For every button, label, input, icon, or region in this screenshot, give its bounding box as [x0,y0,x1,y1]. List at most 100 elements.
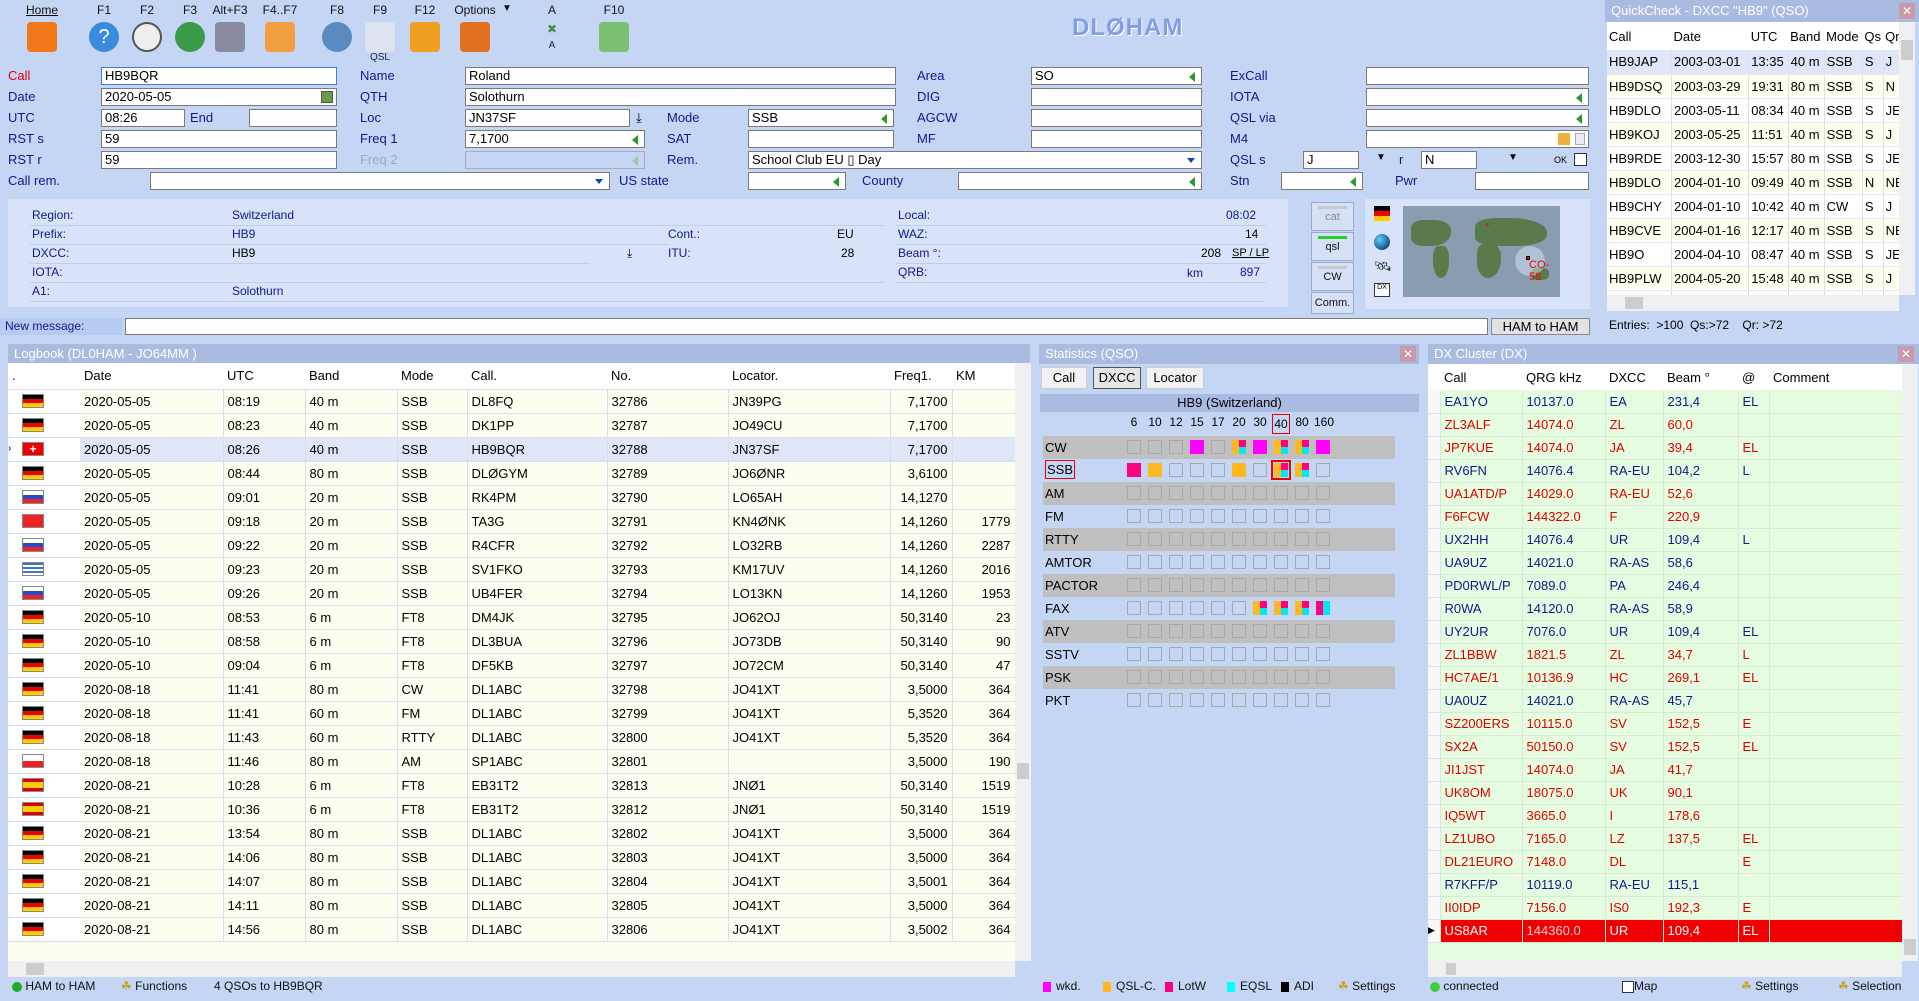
status-cell[interactable] [1127,693,1141,707]
calendar-icon[interactable] [321,91,333,103]
status-cell[interactable] [1271,460,1291,480]
cw-button[interactable]: CW [1311,262,1354,291]
logbook-row[interactable]: 2020-08-18 11:43 60 m RTTY DL1ABC 32800 JO41XT… [8,725,1015,750]
status-cell[interactable] [1211,624,1225,638]
logbook-row[interactable]: 2020-08-21 10:36 6 m FT8 EB31T2 32812 JNØ1 50,3… [8,797,1015,822]
call-input[interactable]: HB9BQR [101,67,337,85]
status-cell[interactable] [1127,532,1141,546]
toolbar-globe-button[interactable]: F3 [168,3,212,52]
status-cell[interactable] [1274,486,1288,500]
germany-flag-icon[interactable] [1374,206,1390,221]
date-input[interactable]: 2020-05-05 [101,88,337,106]
logbook-row[interactable]: 2020-08-18 11:41 80 m CW DL1ABC 32798 JO41XT 3,… [8,677,1015,702]
toolbar-refresh-button[interactable]: F12 [403,3,447,52]
county-input[interactable] [958,172,1202,190]
status-cell[interactable] [1127,670,1141,684]
status-cell[interactable] [1211,670,1225,684]
quickcheck-row[interactable]: HB9CHY 2004-01-10 10:42 40 m CW S J [1607,194,1899,219]
dx-spot-row[interactable]: RV6FN 14076.4 RA-EU 104,2 L [1428,459,1902,483]
status-cell[interactable] [1190,532,1204,546]
quickcheck-row[interactable]: HB9PLW 2004-05-20 15:48 40 m SSB S J [1607,266,1899,291]
logbook-row[interactable]: 2020-08-21 13:54 80 m SSB DL1ABC 32802 JO41XT 3… [8,821,1015,846]
quickcheck-column-header[interactable]: Qs [1862,22,1884,50]
status-cell[interactable] [1232,532,1246,546]
status-cell[interactable] [1148,647,1162,661]
status-cell[interactable] [1211,532,1225,546]
dx-spot-row[interactable]: UX2HH 14076.4 UR 109,4 L [1428,528,1902,552]
status-cell[interactable] [1232,486,1246,500]
dx-spot-row[interactable]: UY2UR 7076.0 UR 109,4 EL [1428,620,1902,644]
logbook-row[interactable]: 2020-08-18 11:46 80 m AM SP1ABC 32801 3,5000 19… [8,749,1015,774]
status-cell[interactable] [1274,555,1288,569]
status-cell[interactable] [1253,647,1267,661]
status-cell[interactable] [1253,486,1267,500]
iota-input[interactable] [1366,88,1589,106]
logbook-column-header[interactable]: . [8,363,80,390]
status-cell[interactable] [1232,647,1246,661]
status-cell[interactable] [1316,601,1330,615]
logbook-row[interactable]: 2020-05-05 08:23 40 m SSB DK1PP 32787 JO49CU 7,… [8,413,1015,438]
status-cell[interactable] [1127,647,1141,661]
toolbar-save-button[interactable]: F10 [592,3,636,52]
statistics-settings-button[interactable]: ☘ Settings [1338,979,1395,993]
toolbar-clock-button[interactable]: F2 [125,3,169,52]
status-cell[interactable] [1148,532,1162,546]
map-checkbox[interactable]: Map [1622,979,1657,993]
status-cell[interactable] [1232,440,1246,454]
status-cell[interactable] [1274,509,1288,523]
logbook-column-header[interactable]: No. [607,363,728,390]
qsl-button[interactable]: qsl [1311,232,1354,261]
status-cell[interactable] [1274,578,1288,592]
call-rem-select[interactable] [150,172,610,190]
ham-to-ham-button[interactable]: HAM to HAM [1491,318,1590,335]
status-cell[interactable] [1295,578,1309,592]
status-cell[interactable] [1295,693,1309,707]
dxcluster-hscrollbar[interactable] [1428,961,1902,977]
status-cell[interactable] [1169,670,1183,684]
quickcheck-column-header[interactable]: UTC [1748,22,1789,50]
status-cell[interactable] [1316,670,1330,684]
logbook-hscrollbar[interactable] [8,961,1015,977]
status-cell[interactable] [1190,670,1204,684]
status-cell[interactable] [1148,624,1162,638]
quickcheck-column-header[interactable]: Band [1788,22,1825,50]
status-cell[interactable] [1232,693,1246,707]
sp-lp-link[interactable]: SP / LP [1232,247,1269,259]
status-cell[interactable] [1253,578,1267,592]
status-cell[interactable] [1169,532,1183,546]
dx-spot-row[interactable]: ZL3ALF 14074.0 ZL 60,0 [1428,413,1902,437]
quickcheck-column-header[interactable]: Call [1607,22,1672,50]
status-cell[interactable] [1127,555,1141,569]
status-cell[interactable] [1190,463,1204,477]
status-cell[interactable] [1190,578,1204,592]
document-icon[interactable] [1575,133,1585,145]
dx-spot-row[interactable]: EA1YO 10137.0 EA 231,4 EL [1428,390,1902,414]
status-cell[interactable] [1169,578,1183,592]
status-cell[interactable] [1253,555,1267,569]
status-cell[interactable] [1295,463,1309,477]
new-message-input[interactable] [125,318,1488,335]
logbook-row[interactable]: › +2020-05-05 08:26 40 m SSB HB9BQR 32788 JN37S… [8,437,1015,462]
quickcheck-row[interactable]: HB9DSQ 2003-03-29 19:31 80 m SSB S N [1607,74,1899,99]
quickcheck-row[interactable]: HB9JAP 2003-03-01 13:35 40 m SSB S J [1607,50,1899,75]
dx-spot-row[interactable]: DL21EURO 7148.0 DL E [1428,850,1902,874]
logbook-column-header[interactable]: UTC [223,363,305,390]
quickcheck-row[interactable]: HB9KOJ 2003-05-25 11:51 40 m SSB S J [1607,122,1899,147]
quickcheck-hscrollbar[interactable] [1607,295,1899,311]
dxcluster-column-header[interactable]: QRG kHz [1522,364,1605,390]
dx-spot-row[interactable]: UA1ATD/P 14029.0 RA-EU 52,6 [1428,482,1902,506]
toolbar-font-size-button[interactable]: A ✖ A [530,3,574,51]
logbook-column-header[interactable]: Locator. [728,363,890,390]
status-cell[interactable] [1127,578,1141,592]
search-folder-icon[interactable] [1558,133,1570,145]
quickcheck-column-header[interactable]: Qr [1883,22,1899,50]
status-cell[interactable] [1253,463,1267,477]
logbook-column-header[interactable]: Call. [467,363,607,390]
status-cell[interactable] [1169,440,1183,454]
close-icon[interactable]: ✕ [1899,3,1915,19]
status-cell[interactable] [1127,486,1141,500]
status-cell[interactable] [1316,509,1330,523]
status-cell[interactable] [1211,601,1225,615]
quickcheck-row[interactable]: HB9CVE2004-01-1612:1740 mSSBSNE [1607,218,1899,243]
status-cell[interactable] [1274,670,1288,684]
